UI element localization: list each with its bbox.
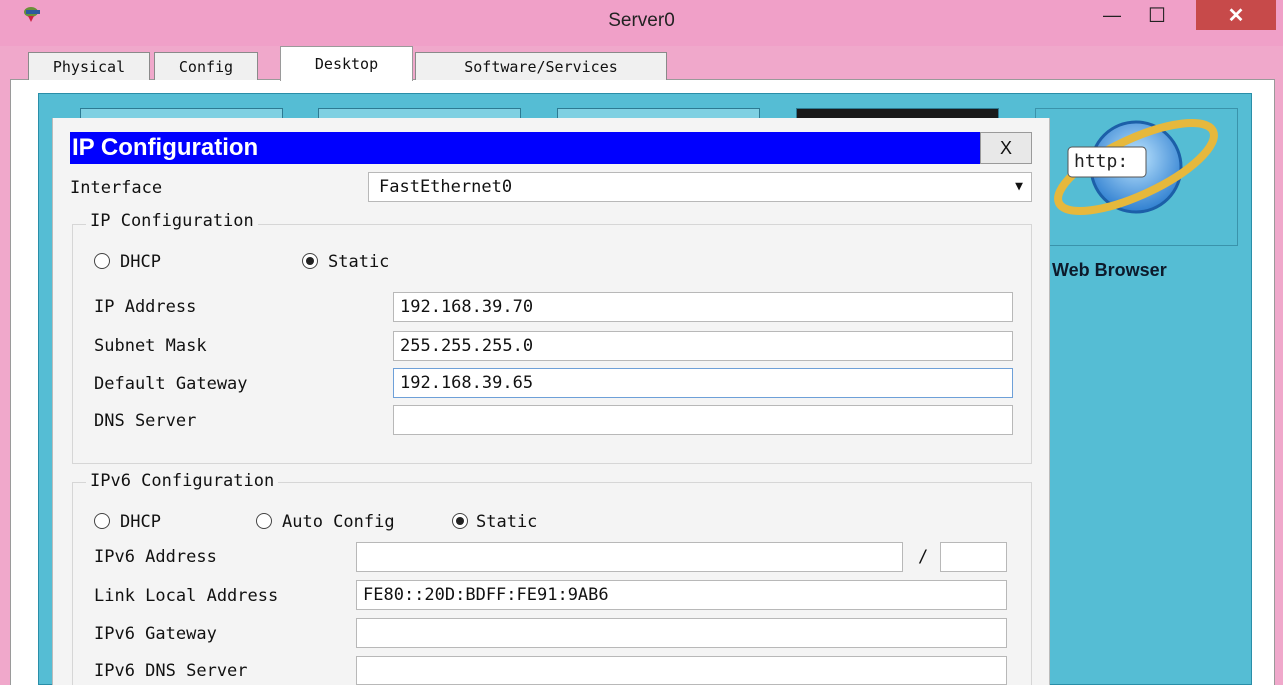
minimize-icon: — [1103,4,1121,25]
tab-physical[interactable]: Physical [28,52,150,80]
ipv6-address-field[interactable] [356,542,903,572]
title-bar[interactable]: Server0 — ☐ ✕ [0,0,1283,46]
interface-select[interactable]: FastEthernet0 ▼ [368,172,1032,202]
dns-server-field[interactable] [393,405,1013,435]
maximize-icon: ☐ [1148,4,1166,27]
ipv4-static-radio[interactable] [302,253,318,269]
tab-software-services[interactable]: Software/Services [415,52,667,80]
link-local-address-field[interactable]: FE80::20D:BDFF:FE91:9AB6 [356,580,1007,610]
web-browser-label[interactable]: Web Browser [1052,260,1167,281]
web-browser-icon-text: http: [1074,151,1129,172]
ipv6-gateway-label: IPv6 Gateway [94,624,217,644]
ipv4-static-label[interactable]: Static [328,252,389,272]
ipv6-dns-server-field[interactable] [356,656,1007,685]
ipv4-dhcp-radio[interactable] [94,253,110,269]
interface-value: FastEthernet0 [379,177,513,197]
ipv4-dhcp-label[interactable]: DHCP [120,252,161,272]
ipv6-static-label[interactable]: Static [476,512,537,532]
close-button[interactable]: ✕ [1196,0,1276,30]
subnet-mask-label: Subnet Mask [94,336,207,356]
ip-address-field[interactable]: 192.168.39.70 [393,292,1013,322]
dns-server-label: DNS Server [94,411,197,431]
ipv4-legend: IP Configuration [86,211,258,231]
ipv6-auto-config-label[interactable]: Auto Config [282,512,395,532]
ipv6-legend: IPv6 Configuration [86,471,279,491]
ipv6-gateway-field[interactable] [356,618,1007,648]
ipv6-dns-server-label: IPv6 DNS Server [94,661,248,681]
prefix-separator: / [918,547,929,567]
server-window: Server0 — ☐ ✕ Physical Config Desktop So… [0,0,1283,685]
tab-config[interactable]: Config [154,52,258,80]
ipv6-prefix-field[interactable] [940,542,1007,572]
web-browser-tile[interactable]: http: [1035,108,1238,246]
subnet-mask-field[interactable]: 255.255.255.0 [393,331,1013,361]
ip-address-label: IP Address [94,297,197,317]
panel-title: IP Configuration [70,132,986,164]
tab-desktop[interactable]: Desktop [280,46,413,81]
ipv6-address-label: IPv6 Address [94,547,217,567]
panel-close-button[interactable]: X [980,132,1032,164]
interface-label: Interface [70,178,163,198]
web-browser-icon [1054,119,1218,215]
chevron-down-icon: ▼ [1015,179,1023,194]
default-gateway-field[interactable]: 192.168.39.65 [393,368,1013,398]
ipv6-auto-config-radio[interactable] [256,513,272,529]
ipv6-dhcp-radio[interactable] [94,513,110,529]
link-local-address-label: Link Local Address [94,586,279,606]
ipv6-static-radio[interactable] [452,513,468,529]
minimize-button[interactable]: — [1090,0,1134,30]
tab-bar: Physical Config Desktop Software/Service… [10,46,1275,81]
maximize-button[interactable]: ☐ [1134,0,1180,30]
ipv6-dhcp-label[interactable]: DHCP [120,512,161,532]
default-gateway-label: Default Gateway [94,374,248,394]
close-icon: ✕ [1227,4,1245,27]
